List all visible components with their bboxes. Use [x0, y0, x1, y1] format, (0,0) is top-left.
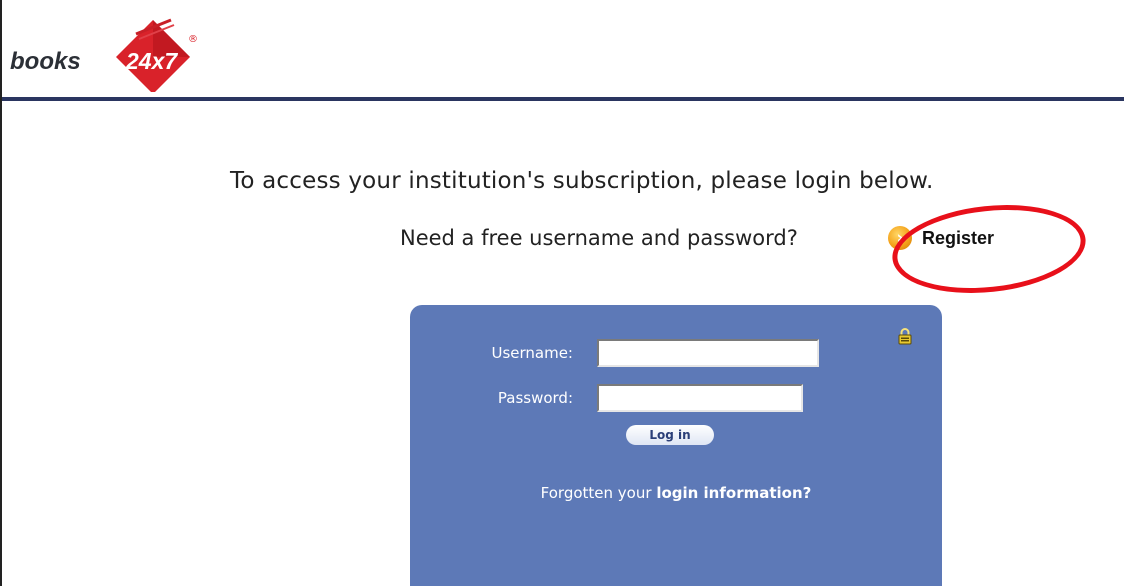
- window-left-border: [0, 0, 2, 586]
- logo-registered-mark: ®: [188, 34, 198, 45]
- login-panel: Username: Password: Log in Forgotten you…: [410, 305, 942, 586]
- logo-books-text: books: [10, 48, 81, 75]
- forgot-text: Forgotten your login information?: [410, 484, 942, 502]
- books24x7-logo[interactable]: books 24x7 ®: [8, 12, 208, 92]
- logo-24x7-text: 24x7: [125, 48, 178, 74]
- intro-text: To access your institution's subscriptio…: [230, 168, 934, 194]
- password-label: Password:: [497, 389, 573, 407]
- lock-icon: [898, 328, 912, 345]
- password-input[interactable]: [597, 384, 803, 412]
- username-label: Username:: [491, 344, 573, 362]
- login-button[interactable]: Log in: [626, 425, 714, 445]
- forgot-login-link[interactable]: login information?: [656, 484, 811, 502]
- register-label: Register: [922, 227, 995, 248]
- orange-arrow-icon: ›: [888, 226, 912, 250]
- password-row: Password:: [410, 384, 803, 412]
- username-row: Username:: [410, 339, 819, 367]
- forgot-prefix: Forgotten your: [540, 484, 652, 502]
- header-divider: [2, 97, 1124, 101]
- page: books 24x7 ® To access your institution'…: [0, 0, 1124, 586]
- username-input[interactable]: [597, 339, 819, 367]
- register-prompt: Need a free username and password?: [400, 226, 798, 250]
- register-link[interactable]: › Register: [888, 226, 994, 250]
